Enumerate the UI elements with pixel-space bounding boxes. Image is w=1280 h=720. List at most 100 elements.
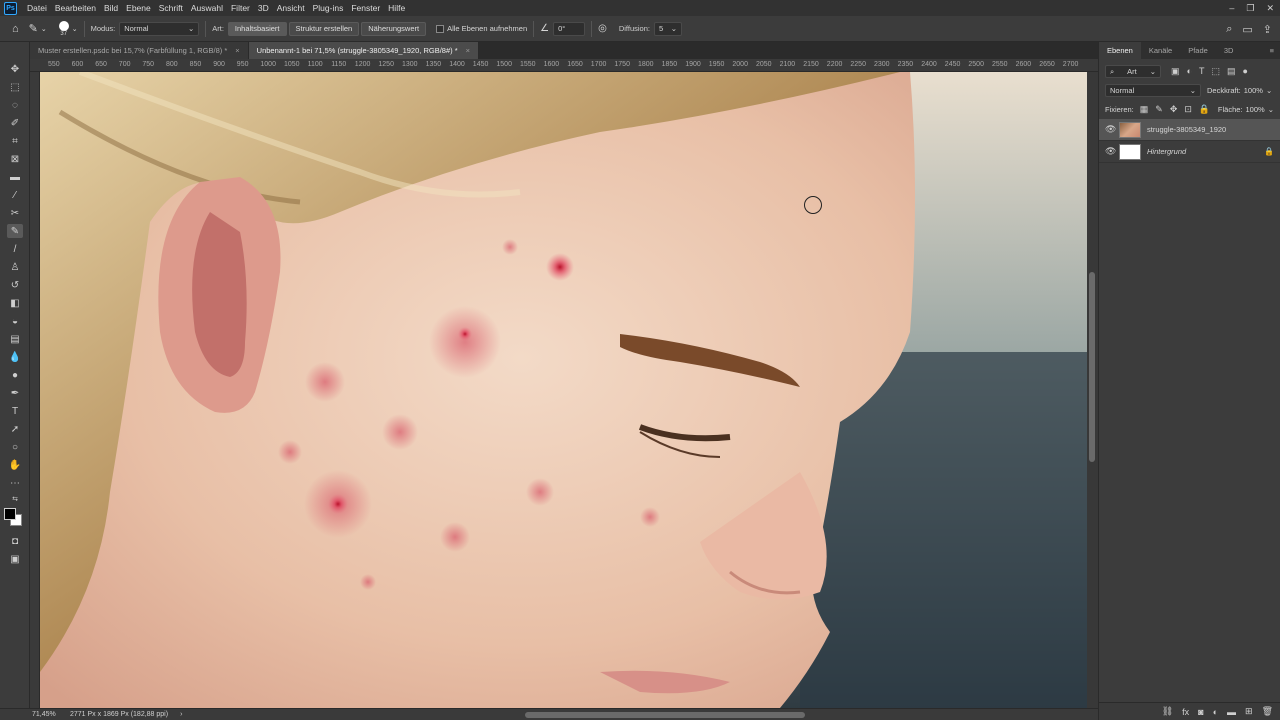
restore-icon[interactable]: ❐	[1246, 3, 1254, 14]
lock-pixels-transparent-icon[interactable]: ▦	[1140, 104, 1149, 115]
tab-ebenen[interactable]: Ebenen	[1099, 42, 1141, 59]
lock-image-pixels-icon[interactable]: ✎	[1155, 104, 1163, 115]
lasso-tool-icon[interactable]: ◌	[7, 98, 23, 112]
lock-artboard-icon[interactable]: ⊡	[1184, 104, 1192, 115]
fx-icon[interactable]: fx	[1182, 707, 1189, 717]
quick-mask-icon[interactable]: ◘	[7, 534, 23, 548]
share-icon[interactable]: ⇪	[1263, 23, 1272, 36]
filter-toggle-icon[interactable]: ●	[1242, 66, 1247, 77]
path-selection-tool-icon[interactable]: ➚	[7, 422, 23, 436]
angle-input[interactable]: 0°	[553, 21, 586, 36]
opacity-value[interactable]: 100%	[1244, 86, 1263, 95]
tab-3d[interactable]: 3D	[1216, 42, 1242, 59]
type-tool-icon[interactable]: T	[7, 404, 23, 418]
zoom-level[interactable]: 71,45%	[32, 711, 70, 718]
blend-mode-select[interactable]: Normal ⌄	[1105, 84, 1201, 97]
pen-tool-icon[interactable]: ✒	[7, 386, 23, 400]
eye-icon[interactable]: 👁	[1105, 124, 1119, 135]
workspace-icon[interactable]: ▭	[1242, 23, 1252, 36]
brush-tool-icon[interactable]: /	[7, 242, 23, 256]
menu-ebene[interactable]: Ebene	[122, 3, 155, 13]
menu-fenster[interactable]: Fenster	[347, 3, 384, 13]
ellipse-tool-icon[interactable]: ○	[7, 440, 23, 454]
panel-menu-icon[interactable]: ≡	[1270, 46, 1274, 55]
tab-unbenannt-1[interactable]: Unbenannt-1 bei 71,5% (struggle-3805349_…	[248, 42, 480, 59]
smart-object-filter-icon[interactable]: ▤	[1227, 66, 1236, 77]
pressure-size-icon[interactable]: ◎	[598, 23, 607, 34]
brush-preset-picker[interactable]: 37	[58, 20, 69, 37]
more-tools-icon[interactable]: ⋯	[7, 476, 23, 490]
healing-brush-tool-icon[interactable]: ✎	[29, 22, 38, 35]
chevron-down-icon[interactable]: ⌄	[72, 25, 78, 33]
lock-all-icon[interactable]: 🔒	[1199, 104, 1210, 115]
scissors-icon[interactable]: ✂	[7, 206, 23, 220]
search-icon[interactable]: ⌕	[1226, 23, 1232, 36]
trash-icon[interactable]: 🗑	[1262, 706, 1273, 717]
mode-select[interactable]: Normal ⌄	[119, 21, 200, 36]
close-icon[interactable]: ×	[235, 46, 239, 55]
sample-all-layers-checkbox[interactable]	[436, 24, 445, 33]
content-aware-button[interactable]: Inhaltsbasiert	[227, 21, 287, 36]
menu-auswahl[interactable]: Auswahl	[187, 3, 227, 13]
dodge-tool-icon[interactable]: ●	[7, 368, 23, 382]
link-layers-icon[interactable]: ⛓	[1162, 706, 1173, 717]
marquee-tool-icon[interactable]: ⬚	[7, 80, 23, 94]
hand-tool-icon[interactable]: ✋	[7, 458, 23, 472]
horizontal-scroll-thumb[interactable]	[525, 712, 805, 718]
screen-mode-icon[interactable]: ▣	[7, 552, 23, 566]
layer-filter-select[interactable]: ⌕ Art ⌄	[1105, 65, 1161, 78]
menu-ansicht[interactable]: Ansicht	[273, 3, 309, 13]
tab-muster-erstellen[interactable]: Muster erstellen.psdc bei 15,7% (Farbfül…	[30, 42, 249, 59]
type-filter-icon[interactable]: T	[1199, 66, 1205, 77]
gradient-tool-icon[interactable]: ▤	[7, 332, 23, 346]
move-tool-icon[interactable]: ✥	[7, 62, 23, 76]
fill-value[interactable]: 100%	[1246, 105, 1265, 114]
paint-bucket-tool-icon[interactable]: ◒	[7, 314, 23, 328]
chevron-right-icon[interactable]: ›	[180, 711, 182, 718]
eyedropper-tool-icon[interactable]: ⁄	[7, 188, 23, 202]
add-mask-icon[interactable]: ◙	[1198, 707, 1203, 717]
eye-icon[interactable]: 👁	[1105, 146, 1119, 157]
menu-plugins[interactable]: Plug-ins	[309, 3, 348, 13]
frame-tool-icon[interactable]: ⊠	[7, 152, 23, 166]
adjustment-filter-icon[interactable]: ◐	[1187, 66, 1192, 77]
quick-selection-tool-icon[interactable]: ✐	[7, 116, 23, 130]
ruler-tool-icon[interactable]: ▬	[7, 170, 23, 184]
chevron-down-icon[interactable]: ⌄	[1268, 105, 1274, 114]
lock-position-icon[interactable]: ✥	[1170, 104, 1178, 115]
menu-schrift[interactable]: Schrift	[155, 3, 187, 13]
blur-tool-icon[interactable]: 💧	[7, 350, 23, 364]
image-filter-icon[interactable]: ▣	[1171, 66, 1180, 77]
proximity-match-button[interactable]: Näherungswert	[361, 21, 427, 36]
diffusion-select[interactable]: 5 ⌄	[653, 21, 682, 36]
vertical-scroll-thumb[interactable]	[1089, 272, 1095, 462]
menu-datei[interactable]: Datei	[23, 3, 51, 13]
home-icon[interactable]: ⌂	[12, 23, 19, 35]
close-icon[interactable]: ✕	[1266, 3, 1274, 14]
new-group-icon[interactable]: ▬	[1227, 707, 1236, 717]
tab-pfade[interactable]: Pfade	[1180, 42, 1216, 59]
minimize-icon[interactable]: –	[1229, 3, 1234, 13]
crop-tool-icon[interactable]: ⌗	[7, 134, 23, 148]
clone-stamp-tool-icon[interactable]: ♙	[7, 260, 23, 274]
history-brush-tool-icon[interactable]: ↺	[7, 278, 23, 292]
close-icon[interactable]: ×	[466, 46, 470, 55]
menu-bild[interactable]: Bild	[100, 3, 122, 13]
layer-row[interactable]: 👁 Hintergrund 🔒	[1099, 141, 1280, 163]
vertical-scrollbar[interactable]	[1087, 72, 1098, 708]
foreground-color-swatch[interactable]	[4, 508, 16, 520]
chevron-down-icon[interactable]: ⌄	[41, 25, 47, 33]
tab-kanaele[interactable]: Kanäle	[1141, 42, 1180, 59]
chevron-down-icon[interactable]: ⌄	[1266, 86, 1272, 95]
adjustment-layer-icon[interactable]: ◐	[1213, 707, 1218, 717]
swap-colors-icon[interactable]: ⇆	[7, 492, 23, 506]
healing-brush-tool-icon[interactable]: ✎	[7, 224, 23, 238]
eraser-tool-icon[interactable]: ◧	[7, 296, 23, 310]
shape-filter-icon[interactable]: ⬚	[1211, 66, 1220, 77]
layer-row[interactable]: 👁 struggle-3805349_1920	[1099, 119, 1280, 141]
menu-bearbeiten[interactable]: Bearbeiten	[51, 3, 100, 13]
new-layer-icon[interactable]: ⊞	[1245, 706, 1253, 717]
document-canvas[interactable]	[40, 72, 1087, 708]
menu-filter[interactable]: Filter	[227, 3, 254, 13]
create-texture-button[interactable]: Struktur erstellen	[288, 21, 360, 36]
